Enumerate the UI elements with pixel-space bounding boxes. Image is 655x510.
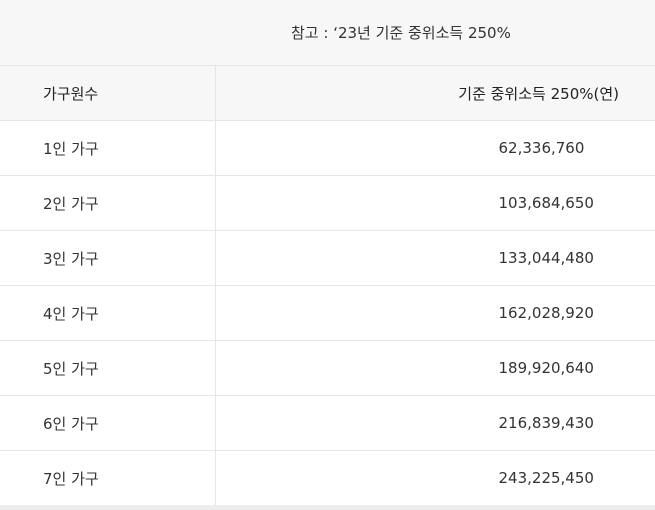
row-label: 3인 가구 — [0, 230, 216, 286]
row-label: 7인 가구 — [0, 450, 216, 506]
row-value: 216,839,430 — [215, 395, 655, 451]
table-row: 2인 가구 103,684,650 — [0, 175, 655, 231]
row-value: 103,684,650 — [215, 175, 655, 231]
row-value: 162,028,920 — [215, 285, 655, 341]
income-table-panel: 참고 : ‘23년 기준 중위소득 250% 가구원수 기준 중위소득 250%… — [0, 0, 655, 510]
row-value: 133,044,480 — [215, 230, 655, 286]
caption-text: 참고 : ‘23년 기준 중위소득 250% — [291, 24, 511, 42]
header-row: 가구원수 기준 중위소득 250%(연) — [0, 66, 655, 121]
row-value: 62,336,760 — [215, 120, 655, 176]
table-body: 1인 가구 62,336,760 2인 가구 103,684,650 3인 가구… — [0, 120, 655, 506]
bottom-divider — [0, 505, 655, 510]
income-table: 가구원수 기준 중위소득 250%(연) 1인 가구 62,336,760 2인… — [0, 66, 655, 506]
row-label: 1인 가구 — [0, 120, 216, 176]
row-value: 189,920,640 — [215, 340, 655, 396]
table-row: 6인 가구 216,839,430 — [0, 395, 655, 451]
table-row: 3인 가구 133,044,480 — [0, 230, 655, 286]
row-label: 2인 가구 — [0, 175, 216, 231]
table-caption: 참고 : ‘23년 기준 중위소득 250% — [0, 0, 655, 66]
table-row: 7인 가구 243,225,450 — [0, 450, 655, 506]
row-label: 5인 가구 — [0, 340, 216, 396]
table-row: 1인 가구 62,336,760 — [0, 120, 655, 176]
row-label: 4인 가구 — [0, 285, 216, 341]
table-row: 4인 가구 162,028,920 — [0, 285, 655, 341]
header-household-size: 가구원수 — [0, 66, 216, 121]
row-label: 6인 가구 — [0, 395, 216, 451]
header-median-income: 기준 중위소득 250%(연) — [215, 66, 655, 121]
row-value: 243,225,450 — [215, 450, 655, 506]
table-header: 가구원수 기준 중위소득 250%(연) — [0, 66, 655, 121]
table-row: 5인 가구 189,920,640 — [0, 340, 655, 396]
